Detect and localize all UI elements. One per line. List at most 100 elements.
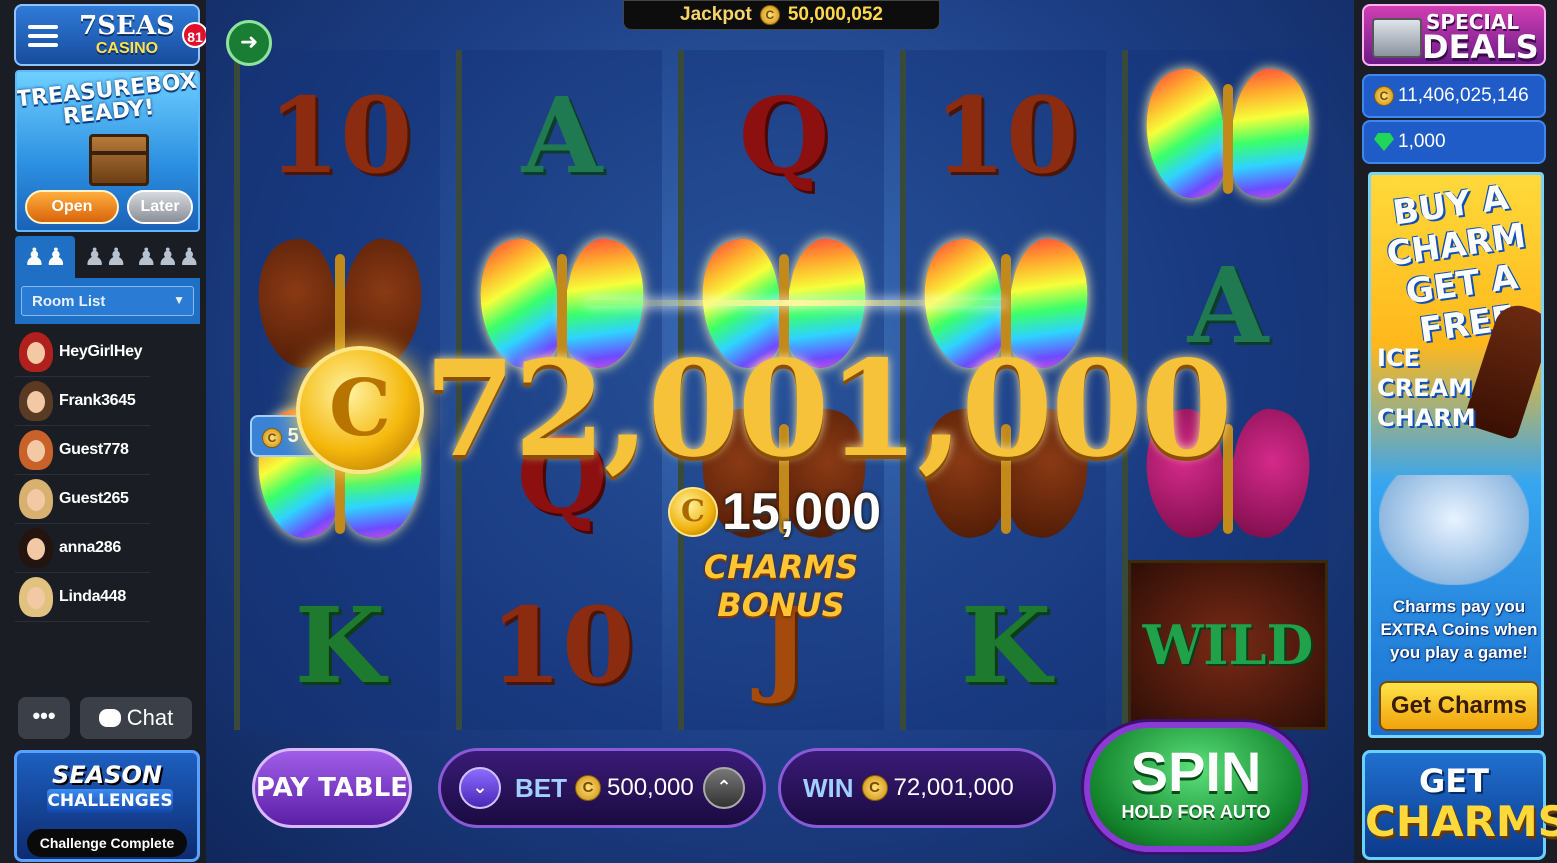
tab-room-people[interactable]: ♟♟	[15, 236, 76, 278]
chevron-down-icon: ⌄	[472, 777, 488, 798]
player-name: anna286	[59, 539, 121, 556]
briefcase-icon	[1372, 18, 1422, 58]
treasure-chest-icon	[89, 134, 149, 186]
logo-line1: 7SEAS	[79, 11, 175, 41]
player-row[interactable]: HeyGirlHey	[15, 328, 150, 377]
avatar	[19, 430, 53, 470]
treasurebox-title: TREASUREBOX READY!	[15, 70, 198, 130]
coin-balance-value: 11,406,025,146	[1398, 85, 1529, 106]
menu-icon[interactable]	[26, 20, 60, 54]
reel-cell: 10	[906, 50, 1106, 220]
charm-promo-ad[interactable]: BUY A CHARM GET A FREE ICE CREAM CHARM C…	[1368, 172, 1544, 738]
avatar	[19, 479, 53, 519]
player-row[interactable]: Guest265	[15, 475, 150, 524]
avatar	[19, 577, 53, 617]
get-charms-top-label: GET	[1419, 762, 1489, 800]
reel-cell: WILD	[1128, 560, 1328, 730]
spin-label: SPIN	[1130, 740, 1262, 803]
jackpot-display: Jackpot C 50,000,052	[623, 0, 940, 30]
bet-value: 500,000	[607, 774, 694, 801]
player-name: HeyGirlHey	[59, 343, 143, 360]
treasurebox-later-button[interactable]: Later	[127, 190, 193, 224]
card-symbol: K	[960, 583, 1052, 707]
right-sidebar: SPECIAL DEALS C 11,406,025,146 1,000 BUY…	[1354, 0, 1557, 863]
people-icon: ♟♟	[23, 243, 67, 271]
logo-bar: 7SEAS CASINO	[14, 4, 200, 66]
player-list: HeyGirlHey Frank3645 Guest778 Guest265 anna2…	[15, 328, 150, 622]
coin-icon: C	[668, 487, 718, 537]
card-symbol: 10	[489, 583, 635, 707]
big-win-value: 72,001,000	[424, 332, 1233, 487]
exit-icon[interactable]: ➜	[226, 20, 272, 66]
reel-cell: A	[462, 50, 662, 220]
wild-symbol: WILD	[1142, 613, 1314, 677]
reel-cell: K	[240, 560, 440, 730]
dolphin-icon	[1379, 475, 1529, 585]
chat-label: Chat	[126, 705, 174, 730]
player-row[interactable]: Linda448	[15, 573, 150, 622]
coin-icon: C	[861, 775, 888, 801]
season-challenges-banner[interactable]: SEASON CHALLENGES Challenge Complete	[14, 750, 200, 862]
reel-cell: 10	[240, 50, 440, 220]
bet-decrease-button[interactable]: ⌄	[459, 767, 501, 809]
card-symbol: 10	[267, 73, 413, 197]
season-subtitle: CHALLENGES	[47, 789, 173, 813]
win-label: WIN	[803, 772, 854, 803]
left-sidebar: 7SEAS CASINO 81 TREASUREBOX READY! Open …	[0, 0, 208, 863]
gem-balance[interactable]: 1,000	[1362, 120, 1546, 164]
gem-balance-value: 1,000	[1398, 131, 1446, 152]
gem-icon	[1374, 133, 1394, 151]
reel-cell: 10	[462, 560, 662, 730]
room-select-label: Room List	[32, 293, 106, 310]
coin-icon: C	[1374, 86, 1394, 106]
season-status: Challenge Complete	[27, 829, 187, 857]
reel-cell: K	[906, 560, 1106, 730]
treasurebox-panel: TREASUREBOX READY! Open Later	[15, 70, 200, 232]
chat-bubble-icon	[98, 709, 121, 727]
get-charms-bottom-label: CHARMS	[1365, 797, 1557, 846]
room-list-select[interactable]: Room List ▼	[21, 286, 194, 316]
bonus-win-value: 15,000	[722, 483, 882, 541]
card-symbol: 10	[933, 73, 1079, 197]
jackpot-label: Jackpot	[680, 4, 752, 25]
card-symbol: K	[294, 583, 386, 707]
tab-group[interactable]: ♟♟♟	[135, 236, 200, 278]
bonus-win-display: C 15,000	[668, 482, 881, 542]
ad-copy: Charms pay you EXTRA Coins when you play…	[1380, 597, 1538, 662]
player-name: Linda448	[59, 588, 126, 605]
room-select-wrap: Room List ▼	[15, 278, 200, 324]
treasurebox-open-button[interactable]: Open	[25, 190, 119, 224]
tab-friends[interactable]: ♟♟	[75, 236, 135, 278]
ad-get-charms-button[interactable]: Get Charms	[1379, 681, 1539, 731]
chevron-down-icon: ▼	[173, 293, 185, 307]
spin-button[interactable]: SPIN HOLD FOR AUTO	[1084, 722, 1308, 852]
player-row[interactable]: anna286	[15, 524, 150, 573]
deals-bottom-label: DEALS	[1422, 28, 1539, 66]
player-name: Guest265	[59, 490, 129, 507]
bet-label: BET	[515, 772, 567, 803]
more-button[interactable]: •••	[18, 697, 70, 739]
friends-icon: ♟♟	[83, 243, 127, 271]
coin-icon: C	[262, 428, 282, 448]
special-deals-button[interactable]: SPECIAL DEALS	[1362, 4, 1546, 66]
payline	[586, 300, 1006, 306]
player-row[interactable]: Guest778	[15, 426, 150, 475]
card-symbol: Q	[738, 73, 830, 197]
notification-badge[interactable]: 81	[182, 22, 208, 48]
bet-increase-button[interactable]: ⌃	[703, 767, 745, 809]
coin-balance[interactable]: C 11,406,025,146	[1362, 74, 1546, 118]
logo-line2: CASINO	[95, 40, 159, 57]
player-row[interactable]: Frank3645	[15, 377, 150, 426]
spin-sub-label: HOLD FOR AUTO	[1121, 802, 1271, 822]
big-coin-icon: C	[296, 346, 424, 474]
win-value: 72,001,000	[893, 774, 1014, 801]
ad-product-name: ICE CREAM CHARM	[1377, 344, 1476, 432]
get-charms-button[interactable]: GET CHARMS	[1362, 750, 1557, 860]
group-icon: ♟♟♟	[135, 243, 201, 271]
player-name: Frank3645	[59, 392, 136, 409]
social-tabs: ♟♟ ♟♟ ♟♟♟	[15, 236, 200, 278]
pay-table-button[interactable]: PAY TABLE	[252, 748, 412, 828]
chevron-up-icon: ⌃	[716, 777, 732, 798]
coin-icon: C	[575, 775, 601, 801]
chat-button[interactable]: Chat	[80, 697, 192, 739]
